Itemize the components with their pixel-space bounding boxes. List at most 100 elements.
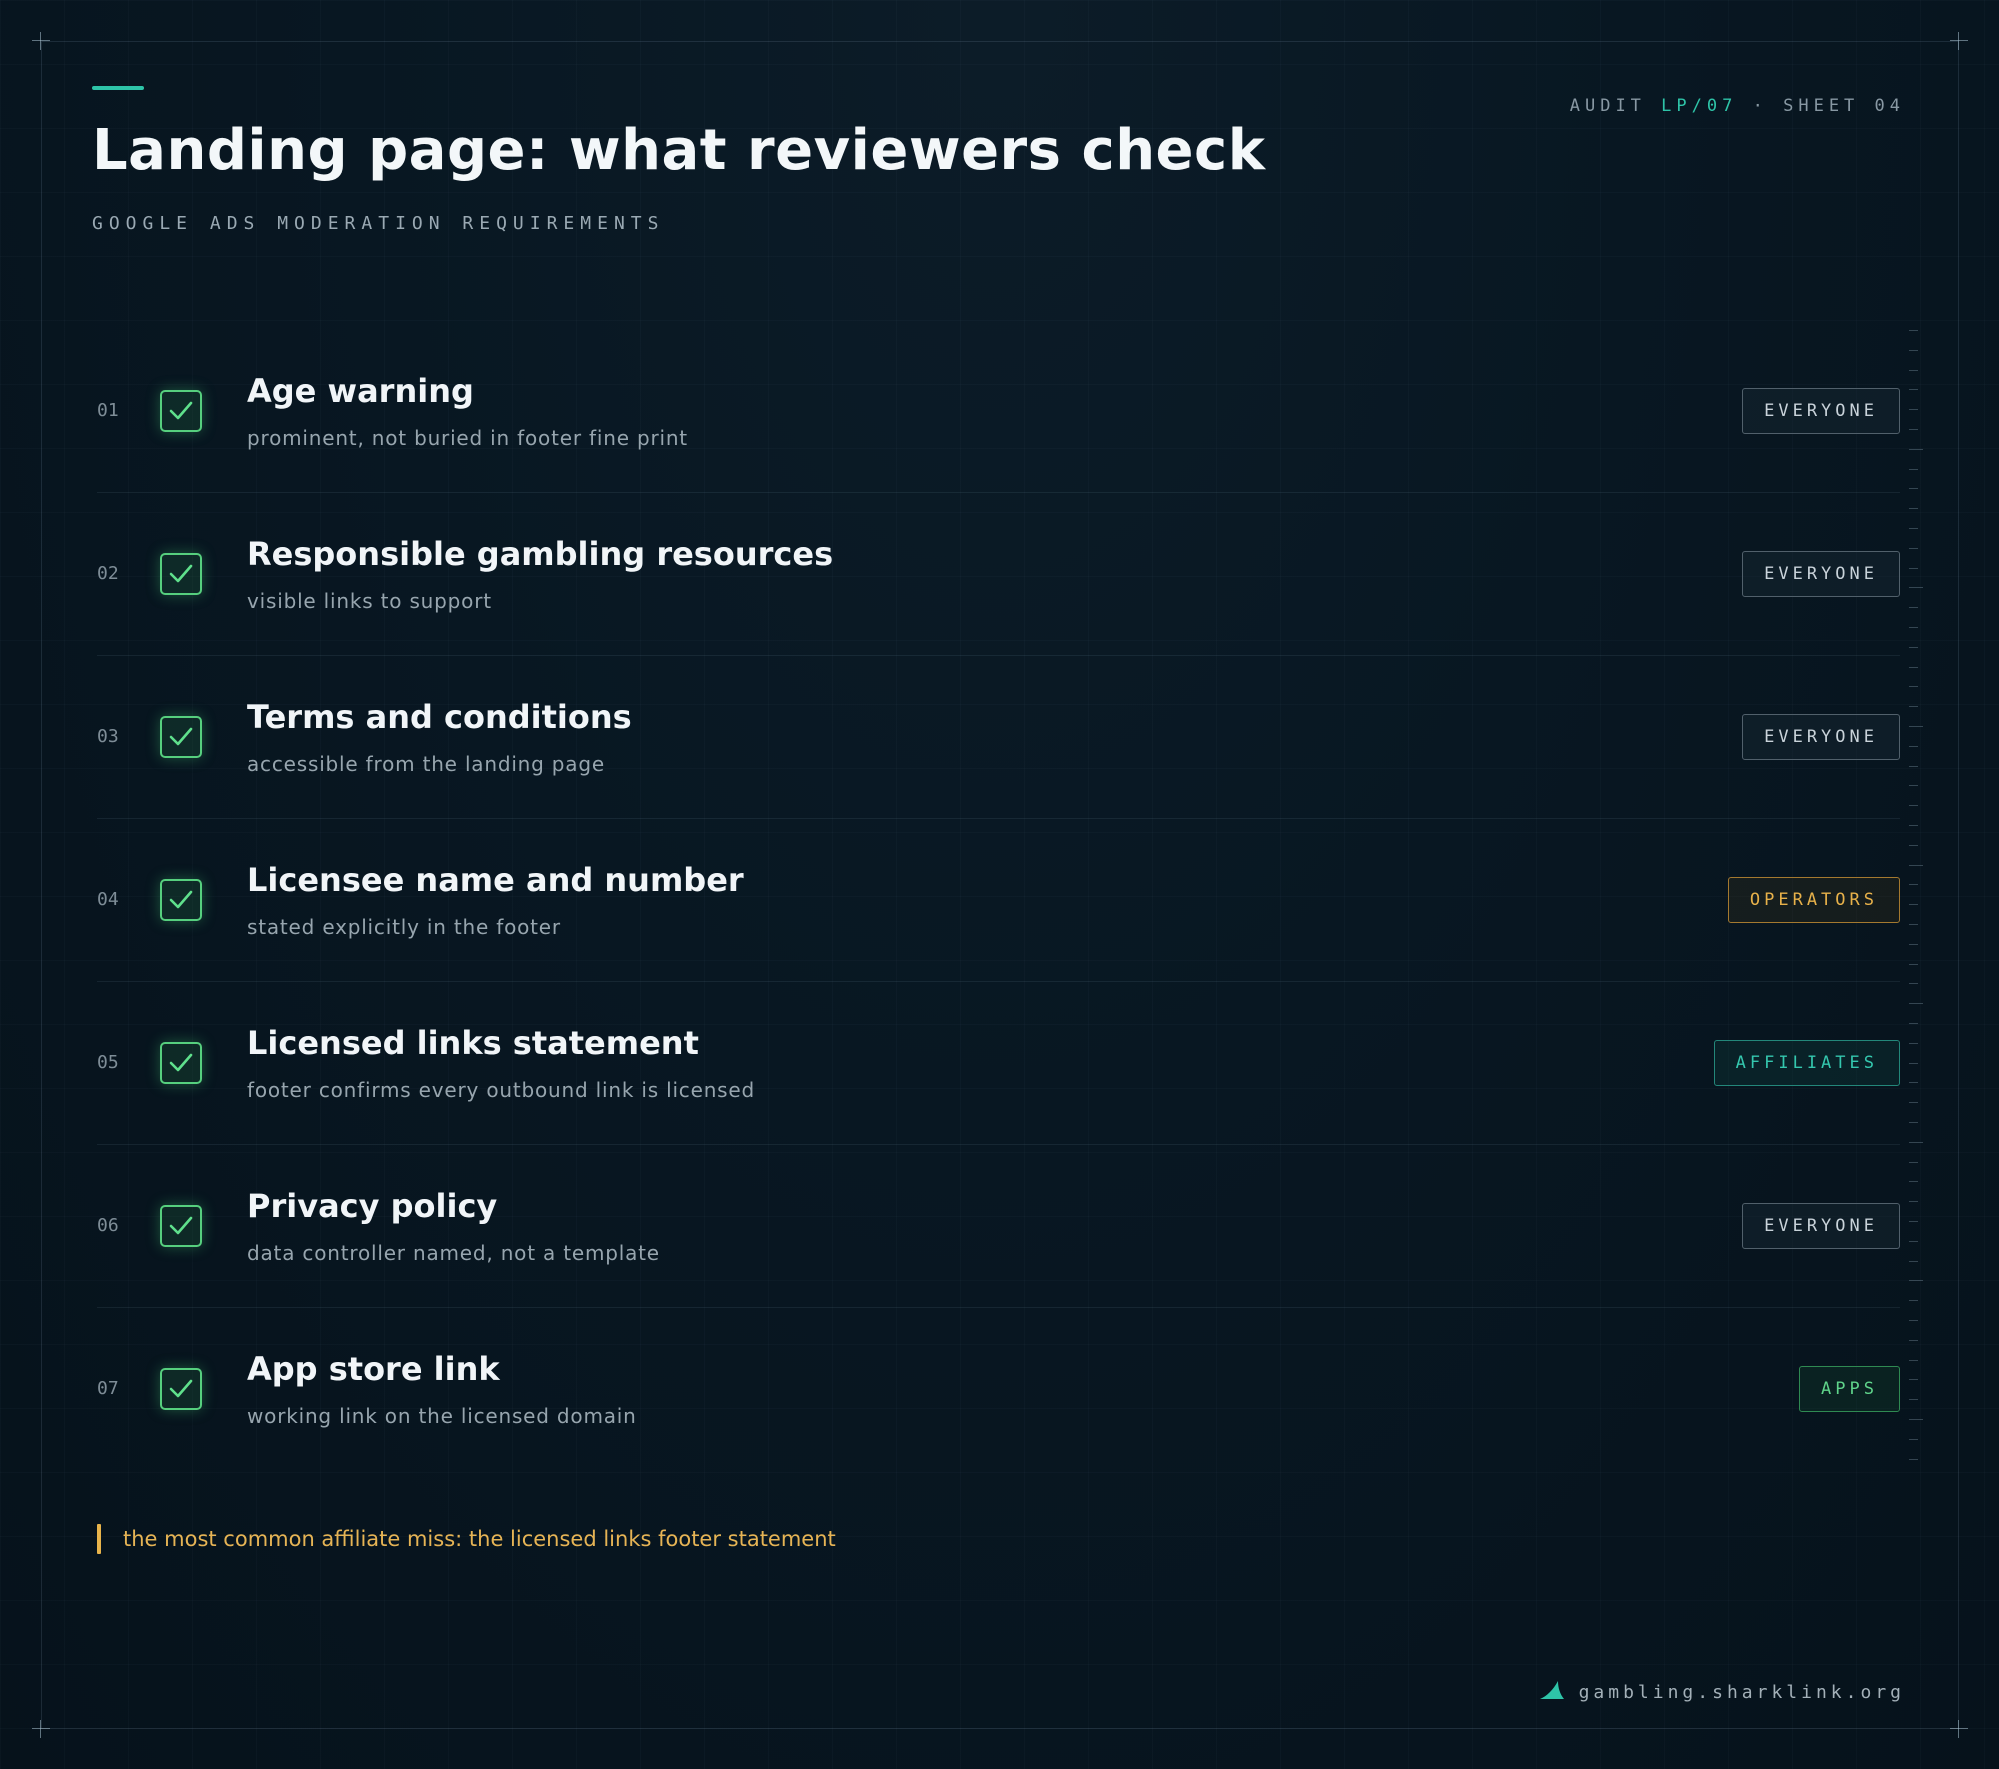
checklist: 01 Age warning prominent, not buried in fo…	[97, 330, 1900, 1471]
ruler-tick	[1909, 1339, 1918, 1341]
item-description: working link on the licensed domain	[247, 1404, 637, 1428]
ruler-tick	[1909, 1438, 1918, 1440]
item-description: stated explicitly in the footer	[247, 915, 561, 939]
note-accent-bar	[97, 1524, 101, 1554]
ruler-tick	[1909, 567, 1918, 569]
checklist-row: 04 Licensee name and number stated explici…	[97, 819, 1900, 982]
checkbox-checked[interactable]	[160, 390, 202, 432]
ruler-tick	[1909, 508, 1918, 510]
audience-tag: EVERYONE	[1742, 388, 1900, 434]
ruler-tick	[1909, 330, 1918, 331]
ruler-tick	[1909, 1320, 1918, 1321]
checklist-row: 01 Age warning prominent, not buried in fo…	[97, 330, 1900, 493]
page-subtitle: GOOGLE ADS MODERATION REQUIREMENTS	[92, 213, 665, 234]
ruler-tick	[1909, 1359, 1918, 1361]
checkmark-icon	[169, 1053, 193, 1072]
audit-label: AUDIT	[1569, 96, 1646, 116]
corner-mark-icon	[1950, 1720, 1968, 1738]
item-number: 05	[97, 1052, 119, 1073]
checkbox-checked[interactable]	[160, 716, 202, 758]
ruler-tick	[1909, 369, 1918, 371]
audience-tag: OPERATORS	[1727, 877, 1900, 923]
ruler-tick	[1909, 607, 1918, 609]
ruler-tick	[1909, 587, 1923, 589]
checkbox-checked[interactable]	[160, 1205, 202, 1247]
ruler-tick	[1909, 1399, 1918, 1401]
item-number: 04	[97, 889, 119, 910]
ruler-tick	[1909, 646, 1918, 648]
item-description: prominent, not buried in footer fine pri…	[247, 426, 688, 450]
ruler-tick	[1909, 686, 1918, 688]
item-description: data controller named, not a template	[247, 1241, 660, 1265]
item-title: Privacy policy	[247, 1187, 498, 1225]
ruler-tick	[1909, 1082, 1918, 1084]
ruler-tick	[1909, 1419, 1923, 1420]
item-number: 07	[97, 1378, 119, 1399]
ruler-tick	[1909, 1042, 1918, 1044]
item-number: 01	[97, 400, 119, 421]
ruler-tick	[1909, 528, 1918, 529]
ruler-tick	[1909, 963, 1918, 965]
ruler-tick	[1909, 805, 1918, 807]
footer: gambling.sharklink.org	[1539, 1680, 1905, 1704]
checklist-row: 05 Licensed links statement footer confirm…	[97, 982, 1900, 1145]
ruler-tick	[1909, 1062, 1918, 1064]
checkmark-icon	[169, 727, 193, 746]
checkbox-checked[interactable]	[160, 1042, 202, 1084]
audit-separator: ·	[1752, 96, 1768, 116]
title-accent-bar	[92, 86, 144, 90]
ruler-tick	[1909, 785, 1918, 787]
ruler-tick	[1909, 726, 1923, 727]
ruler-tick	[1909, 429, 1918, 430]
checkbox-checked[interactable]	[160, 553, 202, 595]
corner-mark-icon	[32, 32, 50, 50]
ruler-tick	[1909, 448, 1923, 450]
item-title: Licensed links statement	[247, 1024, 699, 1062]
audience-tag: EVERYONE	[1742, 714, 1900, 760]
ruler-tick	[1909, 983, 1918, 985]
ruler-tick	[1909, 627, 1918, 628]
ruler-tick	[1909, 1023, 1918, 1024]
ruler-tick	[1909, 1181, 1918, 1183]
ruler-tick	[1909, 349, 1918, 351]
item-description: visible links to support	[247, 589, 492, 613]
ruler-tick	[1909, 468, 1918, 470]
ruler-tick	[1909, 1161, 1918, 1163]
ruler-tick	[1909, 1003, 1923, 1005]
audit-code: LP/07	[1661, 96, 1738, 116]
ruler-tick	[1909, 825, 1918, 826]
checklist-row: 02 Responsible gambling resources visible …	[97, 493, 1900, 656]
ruler-tick	[1909, 1458, 1918, 1460]
item-description: accessible from the landing page	[247, 752, 605, 776]
ruler-tick	[1909, 1141, 1923, 1143]
ruler-tick	[1909, 1102, 1918, 1104]
ruler-tick	[1909, 1260, 1918, 1262]
ruler-tick	[1909, 409, 1918, 411]
ruler-tick	[1909, 844, 1918, 846]
ruler-tick	[1909, 864, 1923, 866]
item-title: Responsible gambling resources	[247, 535, 834, 573]
ruler-tick	[1909, 943, 1918, 945]
ruler-tick	[1909, 1300, 1918, 1302]
sheet-label: SHEET 04	[1783, 96, 1905, 116]
audit-reference: AUDIT LP/07 · SHEET 04	[1570, 96, 1905, 116]
item-title: App store link	[247, 1350, 500, 1388]
item-number: 02	[97, 563, 119, 584]
ruler-tick	[1909, 924, 1918, 925]
ruler-tick	[1909, 706, 1918, 708]
item-description: footer confirms every outbound link is l…	[247, 1078, 755, 1102]
item-title: Age warning	[247, 372, 474, 410]
checklist-row: 06 Privacy policy data controller named, n…	[97, 1145, 1900, 1308]
item-title: Licensee name and number	[247, 861, 744, 899]
ruler-tick	[1909, 1379, 1918, 1381]
callout-note: the most common affiliate miss: the lice…	[97, 1524, 836, 1554]
checkmark-icon	[169, 564, 193, 583]
ruler-tick	[1909, 904, 1918, 906]
checkbox-checked[interactable]	[160, 1368, 202, 1410]
ruler-tick	[1909, 1280, 1923, 1282]
checkbox-checked[interactable]	[160, 879, 202, 921]
footer-domain-link[interactable]: gambling.sharklink.org	[1579, 1682, 1905, 1703]
corner-mark-icon	[32, 1720, 50, 1738]
checkmark-icon	[169, 401, 193, 420]
item-title: Terms and conditions	[247, 698, 632, 736]
